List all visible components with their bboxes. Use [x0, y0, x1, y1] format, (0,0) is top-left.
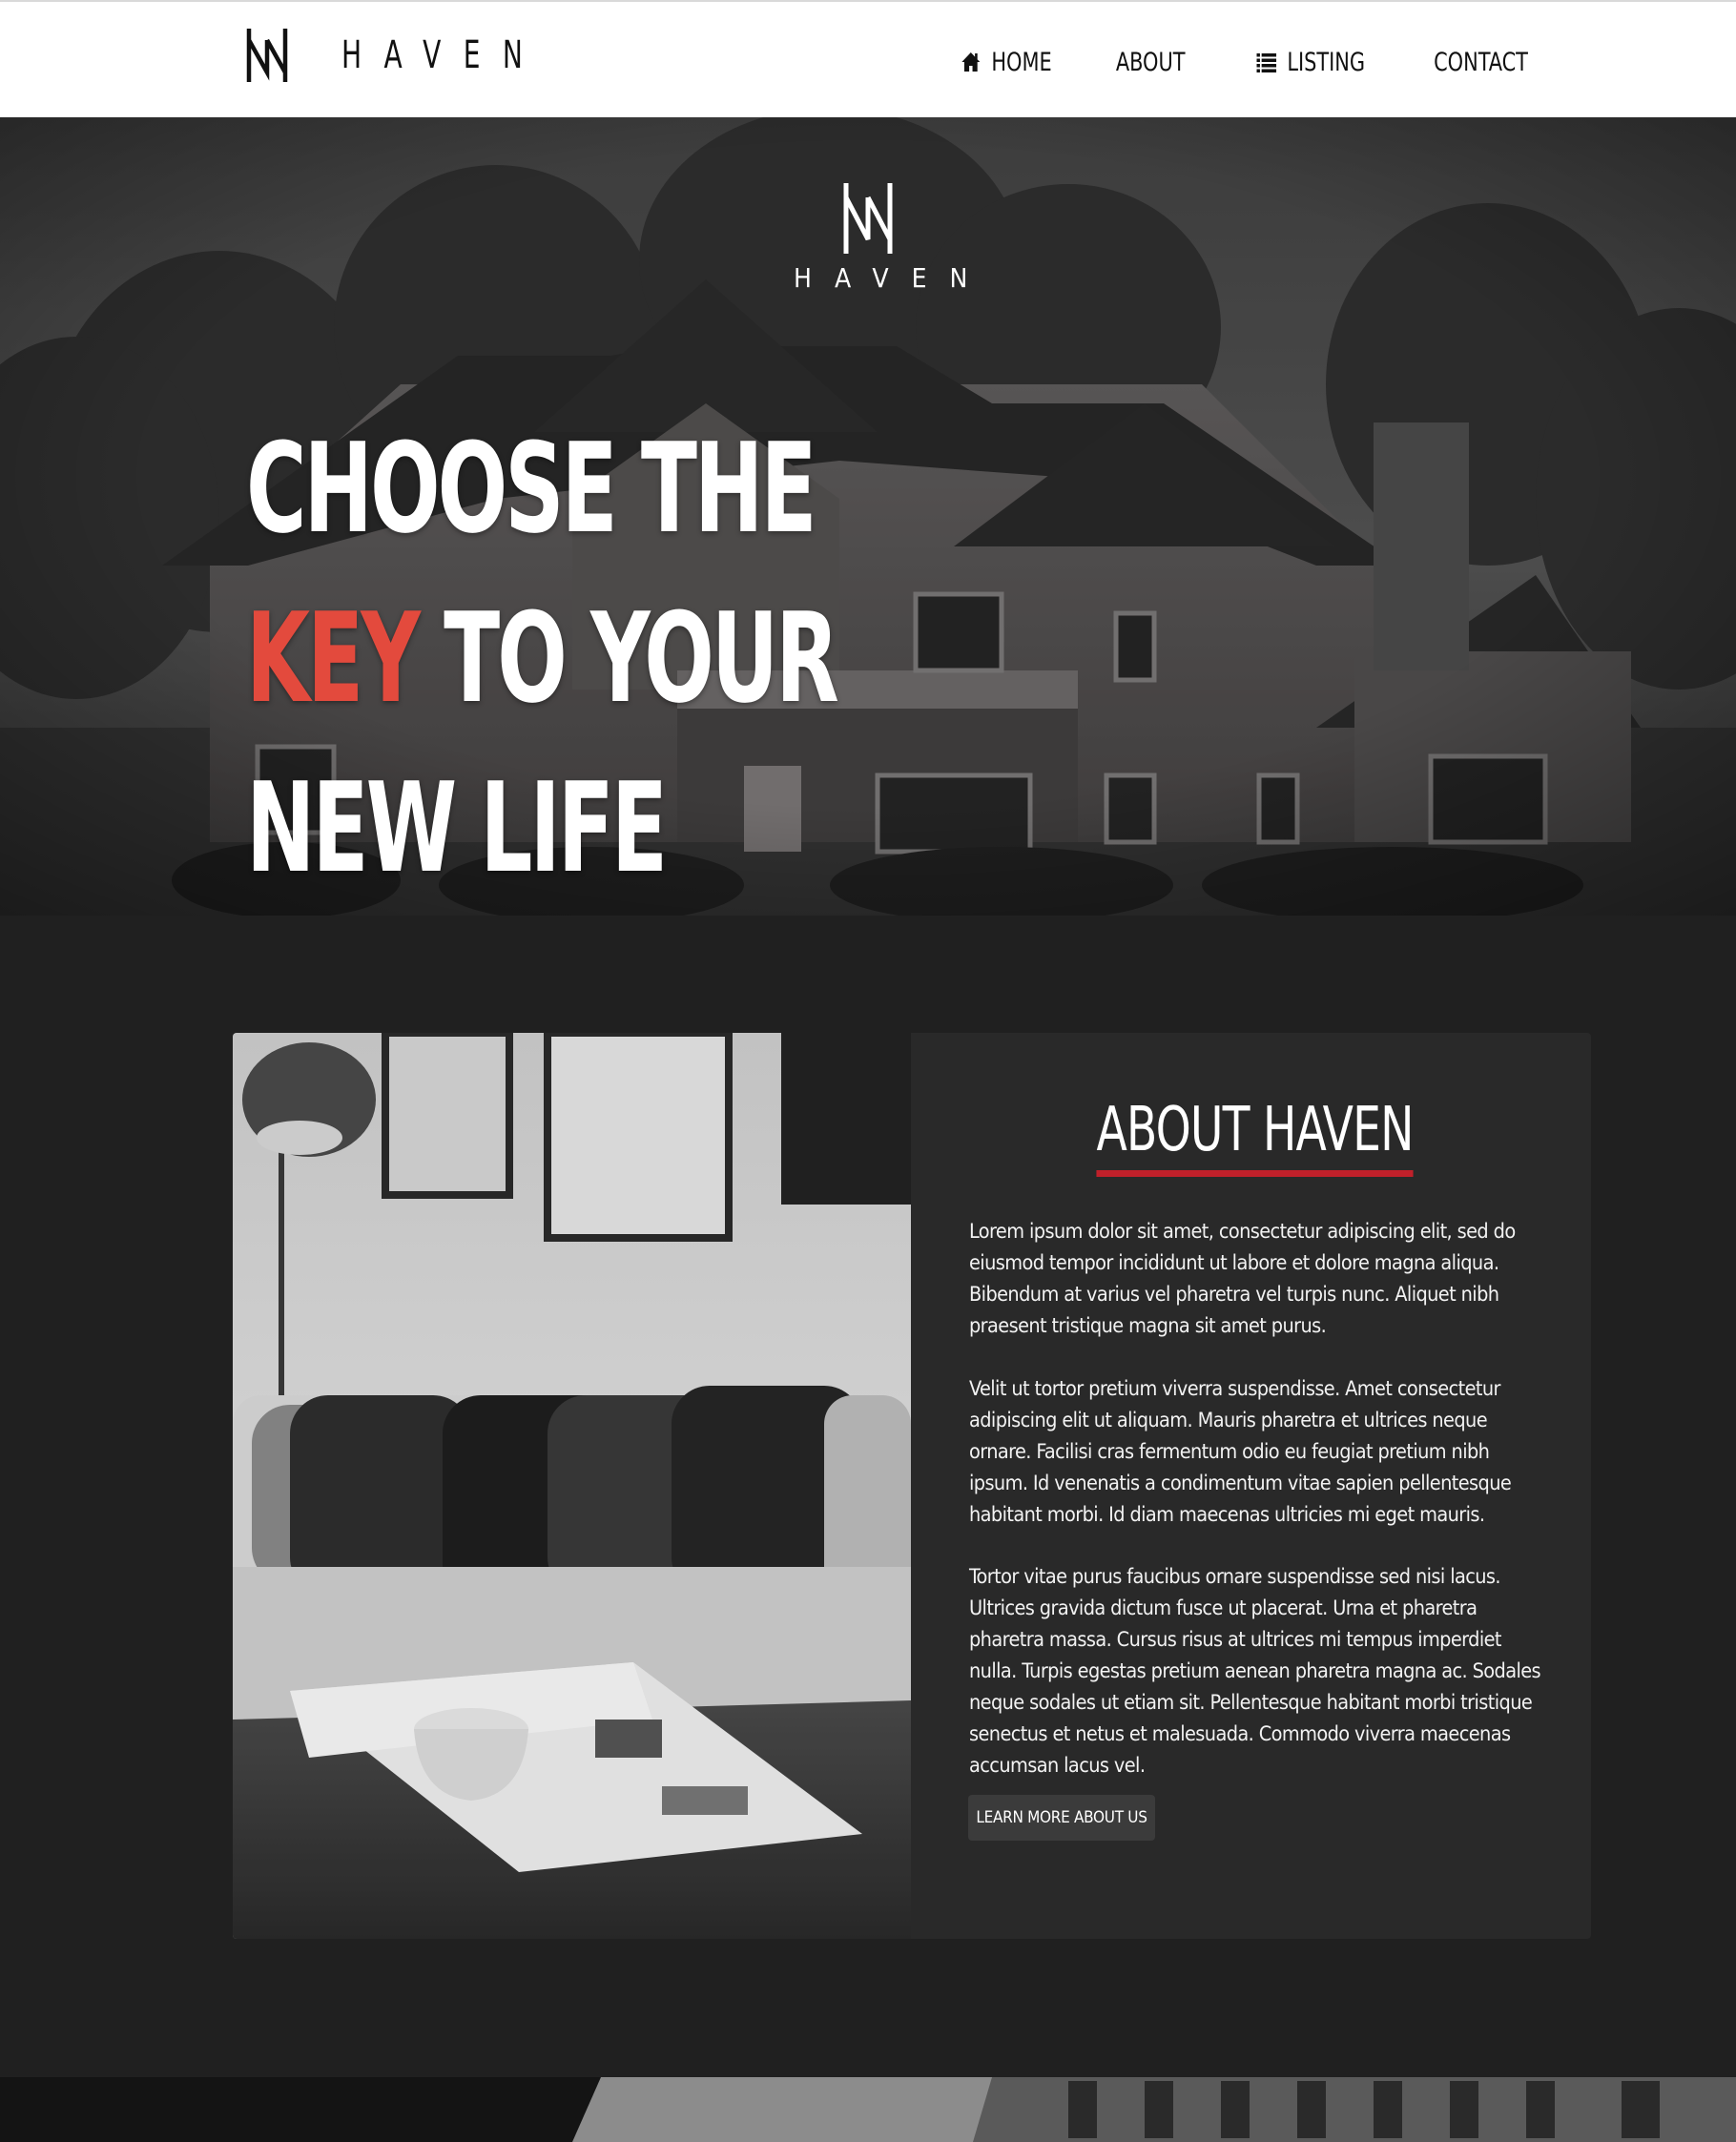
nav-item-label: CONTACT	[1434, 47, 1528, 77]
hero-section: HAVEN CHOOSE THE KEY TO YOUR NEW LIFE	[0, 117, 1736, 916]
about-card: ABOUT HAVEN Lorem ipsum dolor sit amet, …	[233, 1033, 1591, 1939]
hero-headline-line-1: CHOOSE THE	[246, 416, 817, 561]
nav-item-label: HOME	[991, 47, 1052, 77]
about-living-room-photo	[233, 1033, 911, 1939]
hero-logo: HAVEN	[773, 180, 991, 294]
brand-name: HAVEN	[341, 33, 546, 77]
hero-headline-line-3: NEW LIFE	[246, 755, 668, 900]
hero-headline-line-2-rest: TO YOUR	[418, 586, 839, 731]
hero-headline: CHOOSE THE KEY TO YOUR NEW LIFE	[246, 403, 839, 913]
haven-w-logo-icon	[246, 29, 288, 82]
nav-item-label: LISTING	[1287, 47, 1366, 77]
hero-headline-line-2: KEY TO YOUR	[246, 573, 839, 743]
home-icon	[961, 52, 981, 72]
learn-more-button[interactable]: LEARN MORE ABOUT US	[968, 1795, 1155, 1841]
next-section-preview	[0, 2077, 1736, 2142]
haven-w-logo-icon	[843, 183, 893, 254]
nav-item-home[interactable]: HOME	[961, 48, 1051, 77]
building-photo	[0, 2077, 1736, 2142]
about-paragraph-2: Velit ut tortor pretium viverra suspendi…	[969, 1377, 1512, 1527]
about-heading-text: ABOUT HAVEN	[1096, 1092, 1415, 1177]
site-header: HAVEN HOME ABOUT LISTING CONTACT	[0, 0, 1736, 117]
nav-item-listing[interactable]: LISTING	[1256, 48, 1365, 77]
hero-logo-text: HAVEN	[794, 262, 991, 294]
about-paragraph-1: Lorem ipsum dolor sit amet, consectetur …	[969, 1220, 1516, 1338]
brand-logo-link[interactable]: HAVEN	[246, 27, 602, 84]
about-section: ABOUT HAVEN Lorem ipsum dolor sit amet, …	[0, 916, 1736, 2077]
about-paragraph-3: Tortor vitae purus faucibus ornare suspe…	[969, 1565, 1541, 1778]
nav-item-about[interactable]: ABOUT	[1116, 48, 1186, 77]
about-heading: ABOUT HAVEN	[969, 1092, 1541, 1177]
hero-headline-accent: KEY	[246, 586, 421, 731]
list-icon	[1256, 53, 1277, 72]
nav-item-label: ABOUT	[1116, 47, 1186, 77]
nav-item-contact[interactable]: CONTACT	[1434, 48, 1528, 77]
main-nav: HOME ABOUT LISTING CONTACT	[946, 43, 1528, 81]
